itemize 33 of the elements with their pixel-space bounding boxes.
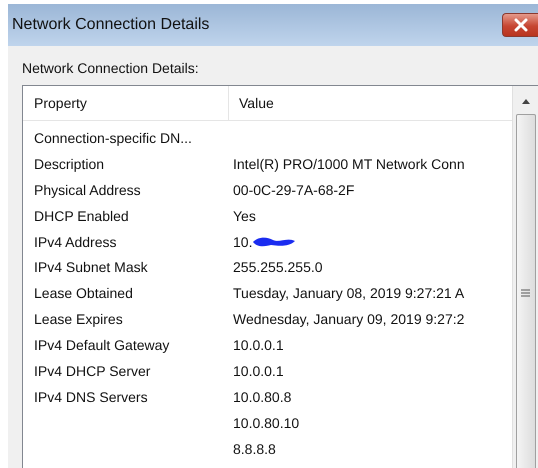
property-cell: IPv4 DNS Servers — [34, 388, 148, 405]
value-cell: Yes — [233, 208, 256, 224]
close-button[interactable] — [502, 13, 538, 37]
property-cell: IPv4 Subnet Mask — [34, 259, 148, 276]
property-cell: Lease Obtained — [34, 285, 133, 302]
value-cell: 00-0C-29-7A-68-2F — [233, 182, 354, 198]
window-title: Network Connection Details — [11, 16, 210, 34]
value-cell: 8.8.8.8 — [233, 440, 276, 457]
property-cell: IPv4 Default Gateway — [34, 337, 170, 354]
value-cell: 255.255.255.0 — [233, 259, 323, 276]
value-cell: 10.0.0.1 — [233, 337, 284, 354]
close-icon — [512, 18, 528, 32]
property-cell: IPv4 DHCP Server — [34, 362, 150, 379]
property-cell: Physical Address — [34, 182, 141, 198]
value-cell: 10.0.80.10 — [233, 414, 300, 431]
grip-icon — [521, 289, 530, 297]
column-header[interactable]: Property — [23, 86, 229, 120]
property-cell: IPv4 Address — [34, 234, 116, 250]
group-label: Network Connection Details: — [22, 60, 200, 76]
value-cell: 10.0.0.1 — [233, 362, 284, 379]
property-cell: Lease Expires — [34, 311, 123, 328]
scroll-thumb[interactable] — [516, 114, 536, 468]
value-cell: Wednesday, January 09, 2019 9:27:2 — [233, 311, 464, 328]
value-cell: 10. — [233, 234, 252, 250]
property-cell: Connection-specific DN... — [34, 130, 192, 146]
scroll-up-icon[interactable] — [520, 98, 530, 104]
value-cell: Tuesday, January 08, 2019 9:27:21 A — [233, 285, 464, 302]
value-cell: 10.0.80.8 — [233, 388, 292, 405]
column-header[interactable]: Value — [229, 86, 512, 120]
value-cell: Intel(R) PRO/1000 MT Network Conn — [233, 156, 465, 172]
property-cell: DHCP Enabled — [34, 208, 129, 224]
scrollbar[interactable] — [512, 86, 538, 468]
property-cell: Description — [34, 156, 104, 172]
